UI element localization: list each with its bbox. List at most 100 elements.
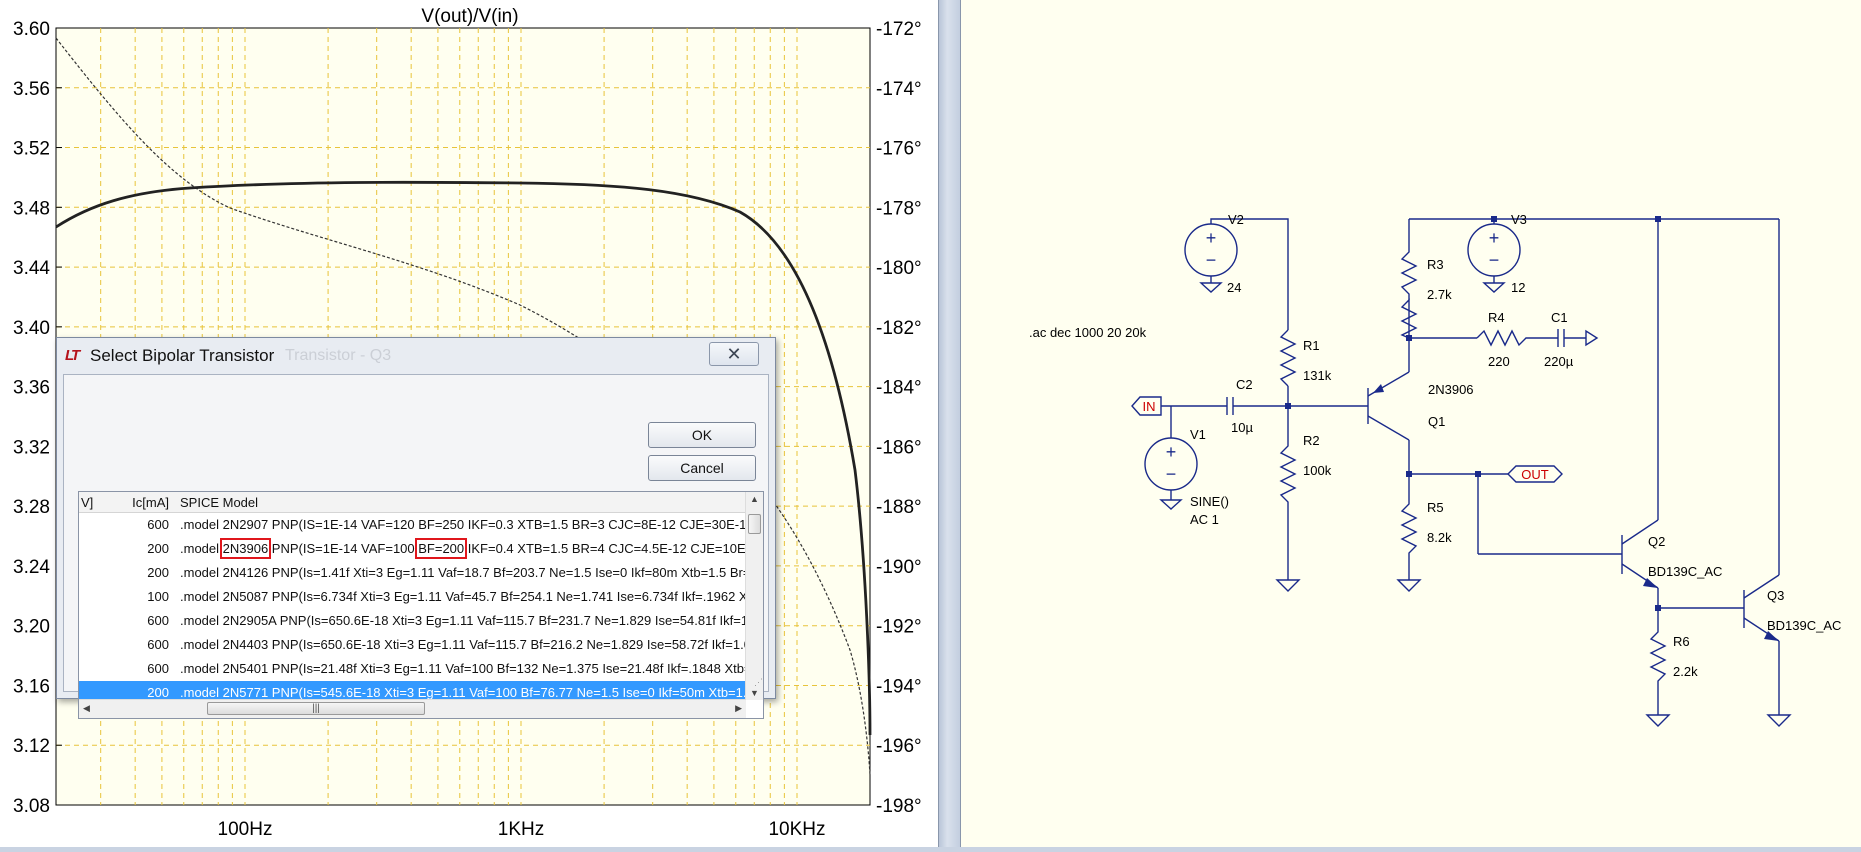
y-right-tick-label: -198° xyxy=(876,796,922,817)
col-header-spice-model[interactable]: SPICE Model xyxy=(180,495,258,510)
q1-name: Q1 xyxy=(1428,414,1445,429)
y-left-tick-label: 3.08 xyxy=(13,796,50,817)
list-row[interactable]: 600 .model 2N2905A PNP(Is=650.6E-18 Xti=… xyxy=(79,609,746,633)
schematic-canvas[interactable]: + − + − + − IN OUT .ac dec 1000 20 20k V… xyxy=(961,0,1861,847)
x-tick-label: 100Hz xyxy=(218,819,273,840)
col-header-v[interactable]: V] xyxy=(81,495,93,510)
y-right-tick-label: -188° xyxy=(876,497,922,518)
vertical-scrollbar[interactable]: ▲ ▼ xyxy=(745,492,763,700)
q3-name: Q3 xyxy=(1767,588,1784,603)
scroll-left-icon[interactable]: ◀ xyxy=(83,703,90,714)
q2-value: BD139C_AC xyxy=(1648,564,1722,579)
v1-value2: AC 1 xyxy=(1190,512,1219,527)
net-label-out[interactable]: OUT xyxy=(1507,465,1563,483)
y-right-tick-label: -172° xyxy=(876,19,922,40)
col-header-ic[interactable]: Ic[mA] xyxy=(119,495,169,510)
y-right-tick-label: -190° xyxy=(876,557,922,578)
y-right-tick-label: -180° xyxy=(876,258,922,279)
row-ic: 100 xyxy=(147,589,169,604)
close-button[interactable]: ✕ xyxy=(709,342,759,366)
svg-text:−: − xyxy=(1489,250,1500,270)
y-right-tick-label: -176° xyxy=(876,139,922,160)
q2-name: Q2 xyxy=(1648,534,1665,549)
row-model: .model 2N2907 PNP(IS=1E-14 VAF=120 BF=25… xyxy=(180,517,746,532)
y-left-tick-label: 3.56 xyxy=(13,79,50,100)
row-ic: 600 xyxy=(147,637,169,652)
v1-name: V1 xyxy=(1190,427,1206,442)
waveform-plot-pane[interactable]: V(out)/V(in) 3.60 3.56 3.52 3.48 3.44 3.40 3.3… xyxy=(0,0,938,847)
pane-splitter[interactable] xyxy=(938,0,961,847)
x-tick-label: 10KHz xyxy=(768,819,825,840)
row-model: .model 2N5087 PNP(Is=6.734f Xti=3 Eg=1.1… xyxy=(180,589,746,604)
list-row[interactable]: 600 .model 2N2907 PNP(IS=1E-14 VAF=120 B… xyxy=(79,513,746,537)
svg-text:+: + xyxy=(1489,228,1500,248)
q3-value: BD139C_AC xyxy=(1767,618,1841,633)
vertical-scroll-thumb[interactable] xyxy=(748,514,761,534)
y-left-tick-label: 3.16 xyxy=(13,676,50,697)
row-ic: 200 xyxy=(147,541,169,556)
row-ic: 600 xyxy=(147,613,169,628)
r6-name: R6 xyxy=(1673,634,1690,649)
r5-name: R5 xyxy=(1427,500,1444,515)
svg-text:−: − xyxy=(1166,464,1177,484)
row-model: .model 2N5401 PNP(Is=21.48f Xti=3 Eg=1.1… xyxy=(180,661,746,676)
scroll-down-icon[interactable]: ▼ xyxy=(750,688,759,698)
svg-text:−: − xyxy=(1206,250,1217,270)
transistor-model-list[interactable]: V] Ic[mA] SPICE Model 600 .model 2N2907 … xyxy=(78,491,764,719)
c1-name: C1 xyxy=(1551,310,1568,325)
q1-value: 2N3906 xyxy=(1428,382,1474,397)
list-row[interactable]: 100 .model 2N5087 PNP(Is=6.734f Xti=3 Eg… xyxy=(79,585,746,609)
y-right-tick-label: -184° xyxy=(876,378,922,399)
r1-name: R1 xyxy=(1303,338,1320,353)
horizontal-scroll-thumb[interactable]: ||| xyxy=(207,702,425,715)
highlighted-part-name: 2N3906 xyxy=(219,538,272,559)
scroll-up-icon[interactable]: ▲ xyxy=(750,494,759,504)
row-ic: 200 xyxy=(147,565,169,580)
y-right-tick-label: -194° xyxy=(876,676,922,697)
c2-name: C2 xyxy=(1236,377,1253,392)
spice-directive[interactable]: .ac dec 1000 20 20k xyxy=(1029,325,1147,340)
ok-button[interactable]: OK xyxy=(648,422,756,448)
r2-name: R2 xyxy=(1303,433,1320,448)
y-left-tick-label: 3.24 xyxy=(13,557,50,578)
r4-value: 220 xyxy=(1488,354,1510,369)
y-left-tick-label: 3.44 xyxy=(13,258,50,279)
horizontal-scrollbar[interactable]: ◀ ||| ▶ xyxy=(79,699,746,718)
dialog-body: OK Cancel V] Ic[mA] SPICE Model 600 .mod… xyxy=(63,374,769,719)
r2-value: 100k xyxy=(1303,463,1332,478)
scroll-right-icon[interactable]: ▶ xyxy=(735,703,742,714)
out-label: OUT xyxy=(1521,467,1549,482)
voltage-sources: + − + − + − xyxy=(1144,223,1521,491)
plot-title: V(out)/V(in) xyxy=(421,6,518,27)
cancel-button[interactable]: Cancel xyxy=(648,455,756,481)
v1-value1: SINE() xyxy=(1190,494,1229,509)
list-row[interactable]: 600 .model 2N4403 PNP(Is=650.6E-18 Xti=3… xyxy=(79,633,746,657)
schematic-pane[interactable]: + − + − + − IN OUT .ac dec 1000 20 20k V… xyxy=(961,0,1861,847)
row-ic: 200 xyxy=(147,685,169,700)
list-row[interactable]: 600 .model 2N5401 PNP(Is=21.48f Xti=3 Eg… xyxy=(79,657,746,681)
y-right-tick-label: -192° xyxy=(876,617,922,638)
y-right-tick-label: -178° xyxy=(876,198,922,219)
net-label-in[interactable]: IN xyxy=(1131,396,1162,416)
y-left-tick-label: 3.36 xyxy=(13,378,50,399)
y-right-tick-label: -174° xyxy=(876,79,922,100)
y-left-tick-label: 3.20 xyxy=(13,617,50,638)
resize-grip-icon[interactable]: ⋰ xyxy=(754,677,766,689)
svg-text:+: + xyxy=(1166,442,1177,462)
in-label: IN xyxy=(1143,399,1156,414)
row-model: .model 2N4403 PNP(Is=650.6E-18 Xti=3 Eg=… xyxy=(180,637,746,652)
y-right-tick-label: -182° xyxy=(876,318,922,339)
list-row[interactable]: 200 .model 2N4126 PNP(Is=1.41f Xti=3 Eg=… xyxy=(79,561,746,585)
r1-value: 131k xyxy=(1303,368,1332,383)
list-row[interactable]: 200 .model 2N3906 PNP(IS=1E-14 VAF=100 B… xyxy=(79,537,746,561)
r6-value: 2.2k xyxy=(1673,664,1698,679)
row-model: .model 2N2905A PNP(Is=650.6E-18 Xti=3 Eg… xyxy=(180,613,746,628)
model-params-rest: IKF=0.4 XTB=1.5 BR=4 CJC=4.5E-12 CJE=10E… xyxy=(464,541,746,556)
y-left-tick-label: 3.12 xyxy=(13,736,50,757)
row-model: .model 2N4126 PNP(Is=1.41f Xti=3 Eg=1.11… xyxy=(180,565,746,580)
close-icon: ✕ xyxy=(726,344,742,364)
v3-name: V3 xyxy=(1511,212,1527,227)
v3-value: 12 xyxy=(1511,280,1525,295)
v2-value: 24 xyxy=(1227,280,1241,295)
dialog-title-bar[interactable]: LT Select Bipolar Transistor Transistor … xyxy=(57,338,775,372)
